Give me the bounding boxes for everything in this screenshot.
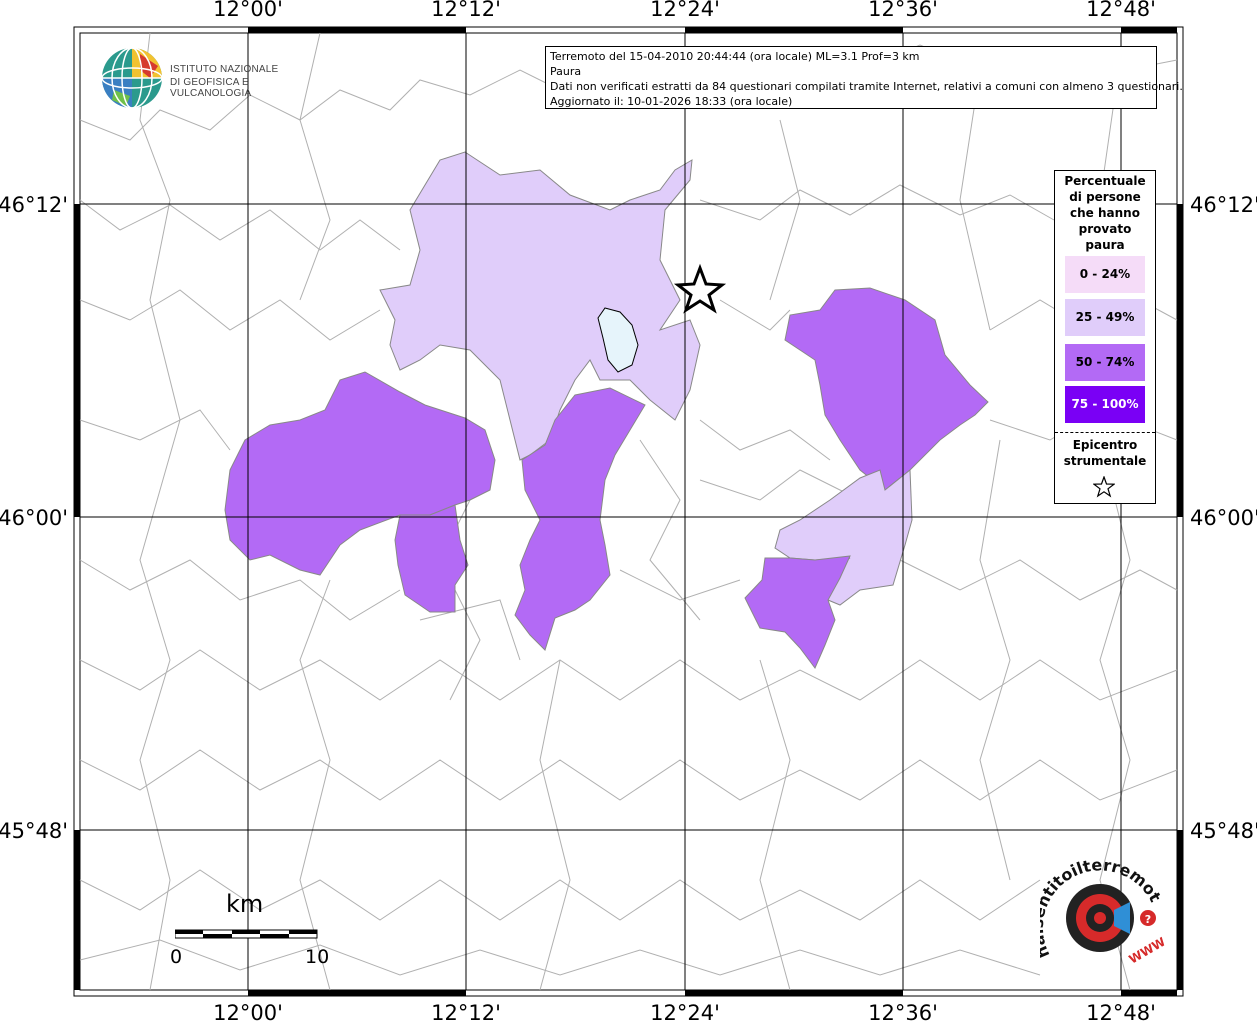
map-parameter: Paura xyxy=(550,65,582,78)
scale-bar: km 0 10 xyxy=(160,890,330,970)
lon-label: 12°24' xyxy=(650,0,720,21)
question-icon: ? xyxy=(1145,913,1151,926)
ingv-globe-icon xyxy=(101,47,163,109)
data-disclaimer: Dati non verificati estratti da 84 quest… xyxy=(550,80,1183,93)
lat-labels-left: 46°12' 46°00' 45°48' xyxy=(0,193,68,843)
update-timestamp: Aggiornato il: 10-01-2026 18:33 (ora loc… xyxy=(550,95,793,108)
legend: Percentuale di persone che hanno provato… xyxy=(1054,170,1156,504)
scale-unit: km xyxy=(226,890,264,918)
lon-label: 12°00' xyxy=(213,1001,283,1024)
lon-label: 12°48' xyxy=(1086,0,1156,21)
ingv-logo: ISTITUTO NAZIONALE DI GEOFISICA E VULCAN… xyxy=(100,46,310,110)
lon-label: 12°00' xyxy=(213,0,283,21)
legend-item-50-74: 50 - 74% xyxy=(1065,344,1145,381)
lon-label: 12°12' xyxy=(431,1001,501,1024)
legend-item-0-24: 0 - 24% xyxy=(1065,256,1145,293)
scale-bar-graphic xyxy=(175,929,318,939)
lat-label: 46°00' xyxy=(1190,506,1257,530)
lat-label: 45°48' xyxy=(1190,819,1257,843)
scale-min: 0 xyxy=(170,946,183,968)
event-title: Terremoto del 15-04-2010 20:44:44 (ora l… xyxy=(550,50,920,63)
lon-label: 12°36' xyxy=(868,0,938,21)
lon-label: 12°12' xyxy=(431,0,501,21)
lat-label: 46°00' xyxy=(0,506,68,530)
lat-label: 45°48' xyxy=(0,819,68,843)
legend-item-75-100: 75 - 100% xyxy=(1065,386,1145,423)
epicenter-legend-label: Epicentro strumentale xyxy=(1063,438,1147,468)
lon-labels-top: 12°00' 12°12' 12°24' 12°36' 12°48' xyxy=(213,0,1156,21)
legend-title: Percentuale di persone che hanno provato… xyxy=(1064,174,1146,252)
ingv-name-line1: ISTITUTO NAZIONALE xyxy=(170,64,279,75)
lat-labels-right: 46°12' 46°00' 45°48' xyxy=(1190,193,1257,843)
star-icon xyxy=(1093,476,1115,498)
scale-max: 10 xyxy=(305,946,330,968)
legend-divider xyxy=(1055,432,1155,433)
lon-label: 12°48' xyxy=(1086,1001,1156,1024)
lat-label: 46°12' xyxy=(1190,193,1257,217)
legend-item-25-49: 25 - 49% xyxy=(1065,299,1145,336)
ingv-name-line2: DI GEOFISICA E VULCANOLOGIA xyxy=(170,77,252,99)
lon-label: 12°36' xyxy=(868,1001,938,1024)
event-info-box: Terremoto del 15-04-2010 20:44:44 (ora l… xyxy=(545,46,1183,109)
haisentito-logo: haisentitoilterremoto.it ? WWW xyxy=(1040,860,1168,967)
lat-label: 46°12' xyxy=(0,193,68,217)
hst-www: WWW xyxy=(1127,935,1168,967)
lon-label: 12°24' xyxy=(650,1001,720,1024)
lon-labels-bottom: 12°00' 12°12' 12°24' 12°36' 12°48' xyxy=(213,1001,1156,1024)
